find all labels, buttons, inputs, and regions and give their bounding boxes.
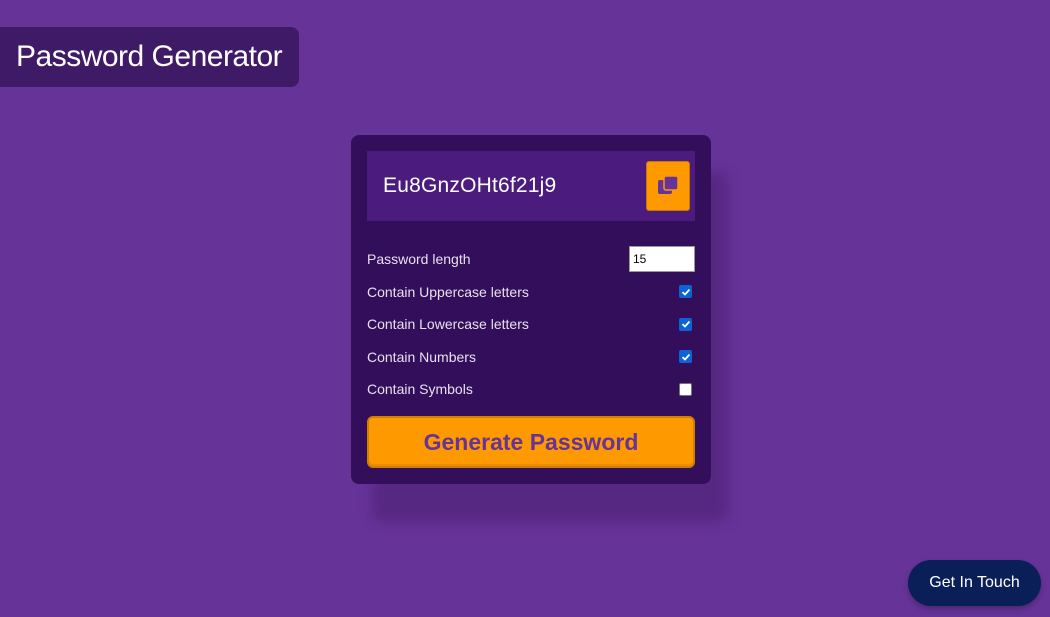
- setting-password-length: Password length: [367, 243, 695, 276]
- copy-icon: [658, 175, 679, 194]
- setting-label: Password length: [367, 251, 471, 268]
- numbers-checkbox[interactable]: [679, 350, 692, 364]
- generate-password-button[interactable]: Generate Password: [367, 416, 695, 468]
- setting-label: Contain Lowercase letters: [367, 316, 529, 333]
- copy-button[interactable]: [646, 161, 690, 211]
- setting-lowercase: Contain Lowercase letters: [367, 308, 695, 341]
- setting-numbers: Contain Numbers: [367, 341, 695, 374]
- settings-list: Password length Contain Uppercase letter…: [367, 243, 695, 406]
- setting-label: Contain Numbers: [367, 348, 476, 365]
- check-icon: [681, 353, 690, 361]
- setting-label: Contain Uppercase letters: [367, 283, 529, 300]
- symbols-checkbox[interactable]: [679, 382, 692, 396]
- setting-symbols: Contain Symbols: [367, 373, 695, 406]
- password-output: Eu8GnzOHt6f21j9: [383, 174, 557, 197]
- page-title: Password Generator: [0, 27, 299, 87]
- check-icon: [681, 321, 690, 329]
- get-in-touch-button[interactable]: Get In Touch: [908, 560, 1041, 606]
- password-generator-card: Eu8GnzOHt6f21j9 Password length Contain …: [351, 135, 711, 484]
- length-input[interactable]: [629, 246, 695, 273]
- password-result: Eu8GnzOHt6f21j9: [367, 151, 695, 221]
- uppercase-checkbox[interactable]: [679, 285, 692, 299]
- setting-uppercase: Contain Uppercase letters: [367, 276, 695, 309]
- lowercase-checkbox[interactable]: [679, 317, 692, 331]
- setting-label: Contain Symbols: [367, 381, 473, 398]
- check-icon: [681, 288, 690, 296]
